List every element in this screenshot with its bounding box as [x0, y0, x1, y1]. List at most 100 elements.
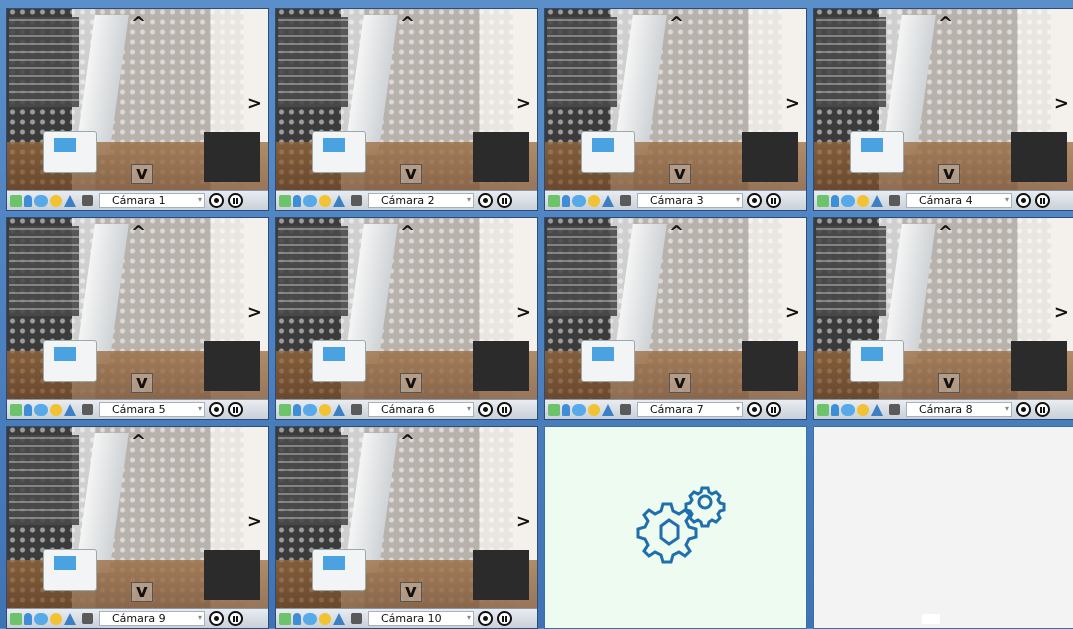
camera-tile[interactable]: ^ > v Cámara 8 ▾: [813, 217, 1073, 420]
brightness-icon[interactable]: [588, 194, 600, 207]
pan-right-icon[interactable]: >: [516, 95, 531, 113]
brightness-icon[interactable]: [50, 403, 62, 416]
pan-up-icon[interactable]: ^: [938, 15, 953, 33]
link-icon[interactable]: [303, 612, 317, 625]
pan-up-icon[interactable]: ^: [669, 15, 684, 33]
camera-tile[interactable]: ^ > v Cámara 3 ▾: [544, 8, 807, 211]
camera-select[interactable]: Cámara 4 ▾: [906, 193, 1012, 208]
pause-button[interactable]: [228, 611, 243, 626]
brightness-icon[interactable]: [50, 194, 62, 207]
pause-button[interactable]: [228, 193, 243, 208]
record-button[interactable]: [209, 193, 224, 208]
camera-select[interactable]: Cámara 7 ▾: [637, 402, 743, 417]
video-icon[interactable]: [10, 194, 22, 207]
pan-up-icon[interactable]: ^: [400, 433, 415, 451]
camera-select[interactable]: Cámara 3 ▾: [637, 193, 743, 208]
link-icon[interactable]: [34, 612, 48, 625]
brightness-icon[interactable]: [319, 194, 331, 207]
pause-button[interactable]: [766, 193, 781, 208]
camera-select[interactable]: Cámara 2 ▾: [368, 193, 474, 208]
alert-icon[interactable]: [333, 194, 345, 207]
pan-up-icon[interactable]: ^: [400, 224, 415, 242]
camera-select[interactable]: Cámara 10 ▾: [368, 611, 474, 626]
mic-icon[interactable]: [831, 403, 839, 416]
alert-icon[interactable]: [871, 194, 883, 207]
link-icon[interactable]: [303, 194, 317, 207]
record-button[interactable]: [478, 193, 493, 208]
mic-icon[interactable]: [562, 194, 570, 207]
record-button[interactable]: [747, 193, 762, 208]
video-icon[interactable]: [279, 194, 291, 207]
pause-button[interactable]: [228, 402, 243, 417]
camera-select[interactable]: Cámara 5 ▾: [99, 402, 205, 417]
pan-up-icon[interactable]: ^: [131, 15, 146, 33]
pan-right-icon[interactable]: >: [247, 95, 262, 113]
video-icon[interactable]: [817, 194, 829, 207]
pause-button[interactable]: [497, 402, 512, 417]
pan-up-icon[interactable]: ^: [938, 224, 953, 242]
link-icon[interactable]: [34, 403, 48, 416]
camera-feed[interactable]: ^ > v: [545, 218, 806, 399]
pan-down-icon[interactable]: v: [938, 373, 960, 393]
alert-icon[interactable]: [602, 403, 614, 416]
pan-right-icon[interactable]: >: [516, 304, 531, 322]
link-icon[interactable]: [303, 403, 317, 416]
brightness-icon[interactable]: [857, 403, 869, 416]
pause-button[interactable]: [497, 611, 512, 626]
pan-right-icon[interactable]: >: [1054, 95, 1069, 113]
pause-button[interactable]: [1035, 402, 1050, 417]
link-icon[interactable]: [34, 194, 48, 207]
camera-select[interactable]: Cámara 1 ▾: [99, 193, 205, 208]
camera-feed[interactable]: ^ > v: [276, 218, 537, 399]
video-icon[interactable]: [10, 403, 22, 416]
camera-tile[interactable]: ^ > v Cámara 6 ▾: [275, 217, 538, 420]
mic-icon[interactable]: [293, 403, 301, 416]
settings-gears-icon[interactable]: [631, 482, 726, 581]
pause-button[interactable]: [1035, 193, 1050, 208]
record-button[interactable]: [209, 402, 224, 417]
brightness-icon[interactable]: [319, 612, 331, 625]
camera-feed[interactable]: ^ > v: [7, 427, 268, 608]
mic-icon[interactable]: [562, 403, 570, 416]
record-button[interactable]: [747, 402, 762, 417]
record-button[interactable]: [1016, 193, 1031, 208]
pan-up-icon[interactable]: ^: [131, 433, 146, 451]
pan-down-icon[interactable]: v: [938, 164, 960, 184]
mic-icon[interactable]: [24, 194, 32, 207]
pan-down-icon[interactable]: v: [131, 582, 153, 602]
pan-up-icon[interactable]: ^: [131, 224, 146, 242]
pan-down-icon[interactable]: v: [400, 582, 422, 602]
record-button[interactable]: [1016, 402, 1031, 417]
alert-icon[interactable]: [64, 403, 76, 416]
camera-feed[interactable]: ^ > v: [276, 427, 537, 608]
alert-icon[interactable]: [333, 403, 345, 416]
mic-icon[interactable]: [831, 194, 839, 207]
pan-right-icon[interactable]: >: [1054, 304, 1069, 322]
pan-right-icon[interactable]: >: [785, 304, 800, 322]
camera-tile[interactable]: ^ > v Cámara 9 ▾: [6, 426, 269, 629]
pause-button[interactable]: [766, 402, 781, 417]
link-icon[interactable]: [572, 403, 586, 416]
link-icon[interactable]: [841, 403, 855, 416]
camera-tile[interactable]: ^ > v Cámara 4 ▾: [813, 8, 1073, 211]
pan-right-icon[interactable]: >: [785, 95, 800, 113]
camera-feed[interactable]: ^ > v: [545, 9, 806, 190]
pan-up-icon[interactable]: ^: [400, 15, 415, 33]
mic-icon[interactable]: [293, 612, 301, 625]
settings-tile[interactable]: [544, 426, 807, 629]
pan-down-icon[interactable]: v: [669, 164, 691, 184]
empty-tile[interactable]: [813, 426, 1073, 629]
camera-tile[interactable]: ^ > v Cámara 1 ▾: [6, 8, 269, 211]
brightness-icon[interactable]: [588, 403, 600, 416]
pan-down-icon[interactable]: v: [400, 164, 422, 184]
mic-icon[interactable]: [24, 403, 32, 416]
mic-icon[interactable]: [24, 612, 32, 625]
camera-tile[interactable]: ^ > v Cámara 5 ▾: [6, 217, 269, 420]
camera-select[interactable]: Cámara 9 ▾: [99, 611, 205, 626]
record-button[interactable]: [478, 402, 493, 417]
brightness-icon[interactable]: [50, 612, 62, 625]
alert-icon[interactable]: [64, 194, 76, 207]
video-icon[interactable]: [279, 612, 291, 625]
alert-icon[interactable]: [64, 612, 76, 625]
alert-icon[interactable]: [871, 403, 883, 416]
